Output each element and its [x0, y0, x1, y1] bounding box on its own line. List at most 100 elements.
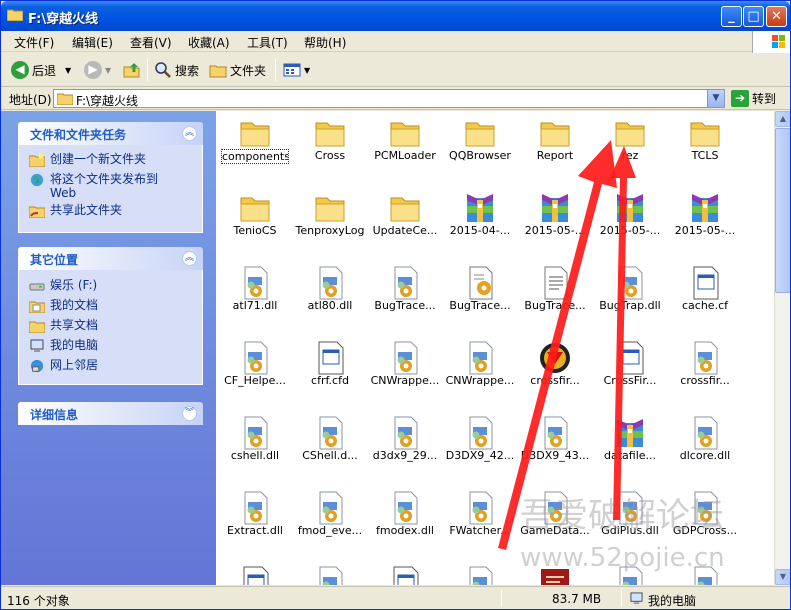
crossfire-icon	[538, 340, 572, 376]
back-label: 后退	[32, 63, 57, 78]
minimize-button[interactable]: _	[721, 6, 742, 27]
file-item[interactable]: rez	[593, 113, 667, 183]
file-item[interactable]: CrossFir...	[593, 338, 667, 408]
archive-icon	[613, 190, 647, 226]
file-item[interactable]: fmodex.dll	[368, 488, 442, 558]
details-header[interactable]: 详细信息 ︾	[18, 402, 203, 425]
file-item[interactable]: cfrf.cfd	[293, 338, 367, 408]
folder-icon	[538, 115, 572, 151]
file-item[interactable]: 2015-05-...	[518, 188, 592, 258]
collapse-chevron-icon[interactable]: ︽	[182, 251, 197, 266]
file-item[interactable]: Report	[518, 113, 592, 183]
toolbar-separator	[147, 59, 148, 81]
file-item[interactable]: BugTrace...	[518, 263, 592, 333]
file-item[interactable]: d3dx9_29...	[368, 413, 442, 483]
task-share-folder[interactable]: 共享此文件夹	[29, 204, 122, 218]
window-file-icon	[238, 565, 272, 585]
file-item[interactable]	[218, 563, 292, 585]
menu-help[interactable]: 帮助(H)	[304, 34, 346, 51]
menu-view[interactable]: 查看(V)	[130, 34, 172, 51]
file-item[interactable]: crossfir...	[668, 338, 742, 408]
dll-icon	[688, 415, 722, 451]
window-file-icon	[688, 265, 722, 301]
place-network[interactable]: 网上邻居	[29, 359, 98, 373]
file-item[interactable]: dlcore.dll	[668, 413, 742, 483]
back-dropdown-icon[interactable]: ▼	[65, 66, 71, 75]
folders-button[interactable]: 文件夹	[209, 59, 266, 81]
place-drive-f[interactable]: 娱乐 (F:)	[29, 279, 97, 293]
search-button[interactable]: 搜索	[154, 59, 199, 81]
file-item[interactable]: crossfir...	[518, 338, 592, 408]
file-item[interactable]: QQBrowser	[443, 113, 517, 183]
back-button[interactable]: ◀ 后退 ▼	[11, 59, 71, 81]
scroll-up-arrow-icon[interactable]: ▲	[775, 111, 790, 127]
address-input[interactable]: F:\穿越火线 ▼	[53, 89, 725, 108]
file-item[interactable]: Extract.dll	[218, 488, 292, 558]
menu-favorites[interactable]: 收藏(A)	[188, 34, 230, 51]
file-name: crossfir...	[530, 374, 580, 387]
file-item[interactable]: atl80.dll	[293, 263, 367, 333]
file-item[interactable]	[443, 563, 517, 585]
address-dropdown-icon[interactable]: ▼	[707, 90, 724, 107]
collapse-chevron-icon[interactable]: ︽	[182, 126, 197, 141]
close-button[interactable]: ✕	[766, 6, 787, 27]
place-my-documents[interactable]: 我的文档	[29, 299, 98, 313]
folder-icon	[313, 190, 347, 226]
other-places-header[interactable]: 其它位置 ︽	[18, 247, 203, 270]
task-publish-web-2[interactable]: Web	[50, 187, 76, 200]
menu-tools[interactable]: 工具(T)	[247, 34, 288, 51]
address-value: F:\穿越火线	[76, 94, 139, 108]
file-item[interactable]: cache.cf	[668, 263, 742, 333]
file-item[interactable]: FWatcher...	[443, 488, 517, 558]
dll-icon	[238, 265, 272, 301]
up-folder-button[interactable]	[123, 59, 141, 81]
dll-icon	[388, 490, 422, 526]
file-item[interactable]: fmod_eve...	[293, 488, 367, 558]
title-bar[interactable]: F:\穿越火线 _ □ ✕	[1, 1, 790, 31]
file-item[interactable]: BugTrap.dll	[593, 263, 667, 333]
menu-file[interactable]: 文件(F)	[14, 34, 54, 51]
file-item[interactable]: PCMLoader	[368, 113, 442, 183]
task-publish-web[interactable]: 将这个文件夹发布到	[29, 173, 158, 187]
file-item[interactable]: TenioCS	[218, 188, 292, 258]
expand-chevron-icon[interactable]: ︾	[182, 406, 197, 421]
place-my-computer[interactable]: 我的电脑	[29, 339, 98, 353]
forward-button[interactable]: ▶ ▼	[84, 59, 111, 81]
file-item[interactable]: atl71.dll	[218, 263, 292, 333]
file-item[interactable]: BugTrace...	[368, 263, 442, 333]
file-tasks-header[interactable]: 文件和文件夹任务 ︽	[18, 122, 203, 145]
task-new-folder[interactable]: 创建一个新文件夹	[29, 153, 146, 167]
menu-edit[interactable]: 编辑(E)	[72, 34, 113, 51]
folder-icon	[313, 115, 347, 151]
computer-icon	[630, 592, 643, 605]
file-item[interactable]	[368, 563, 442, 585]
file-item[interactable]: 2015-04-...	[443, 188, 517, 258]
file-item[interactable]: CNWrappe...	[443, 338, 517, 408]
file-item[interactable]: components	[218, 113, 292, 183]
file-name: 2015-04-...	[449, 224, 511, 237]
folder-icon	[388, 190, 422, 226]
file-item[interactable]: CF_Helpe...	[218, 338, 292, 408]
views-button[interactable]: ▼	[283, 59, 310, 81]
file-item[interactable]: 2015-05-...	[668, 188, 742, 258]
go-button[interactable]: ➔ 转到	[731, 89, 776, 108]
file-item[interactable]: D3DX9_42...	[443, 413, 517, 483]
file-item[interactable]: TenproxyLog	[293, 188, 367, 258]
scroll-thumb[interactable]	[775, 128, 790, 293]
place-shared-documents[interactable]: 共享文档	[29, 319, 98, 333]
forward-dropdown-icon[interactable]: ▼	[105, 66, 111, 75]
file-item[interactable]	[293, 563, 367, 585]
file-item[interactable]: CNWrappe...	[368, 338, 442, 408]
file-item[interactable]: Cross	[293, 113, 367, 183]
file-name: QQBrowser	[449, 149, 511, 162]
file-item[interactable]: D3DX9_43...	[518, 413, 592, 483]
file-item[interactable]: TCLS	[668, 113, 742, 183]
file-item[interactable]: cshell.dll	[218, 413, 292, 483]
file-item[interactable]: 2015-05-...	[593, 188, 667, 258]
file-item[interactable]: BugTrace...	[443, 263, 517, 333]
file-item[interactable]: UpdateCe...	[368, 188, 442, 258]
file-item[interactable]: datafile...	[593, 413, 667, 483]
file-item[interactable]: CShell.d...	[293, 413, 367, 483]
maximize-button[interactable]: □	[743, 6, 764, 27]
shared-folder-icon	[29, 206, 45, 218]
